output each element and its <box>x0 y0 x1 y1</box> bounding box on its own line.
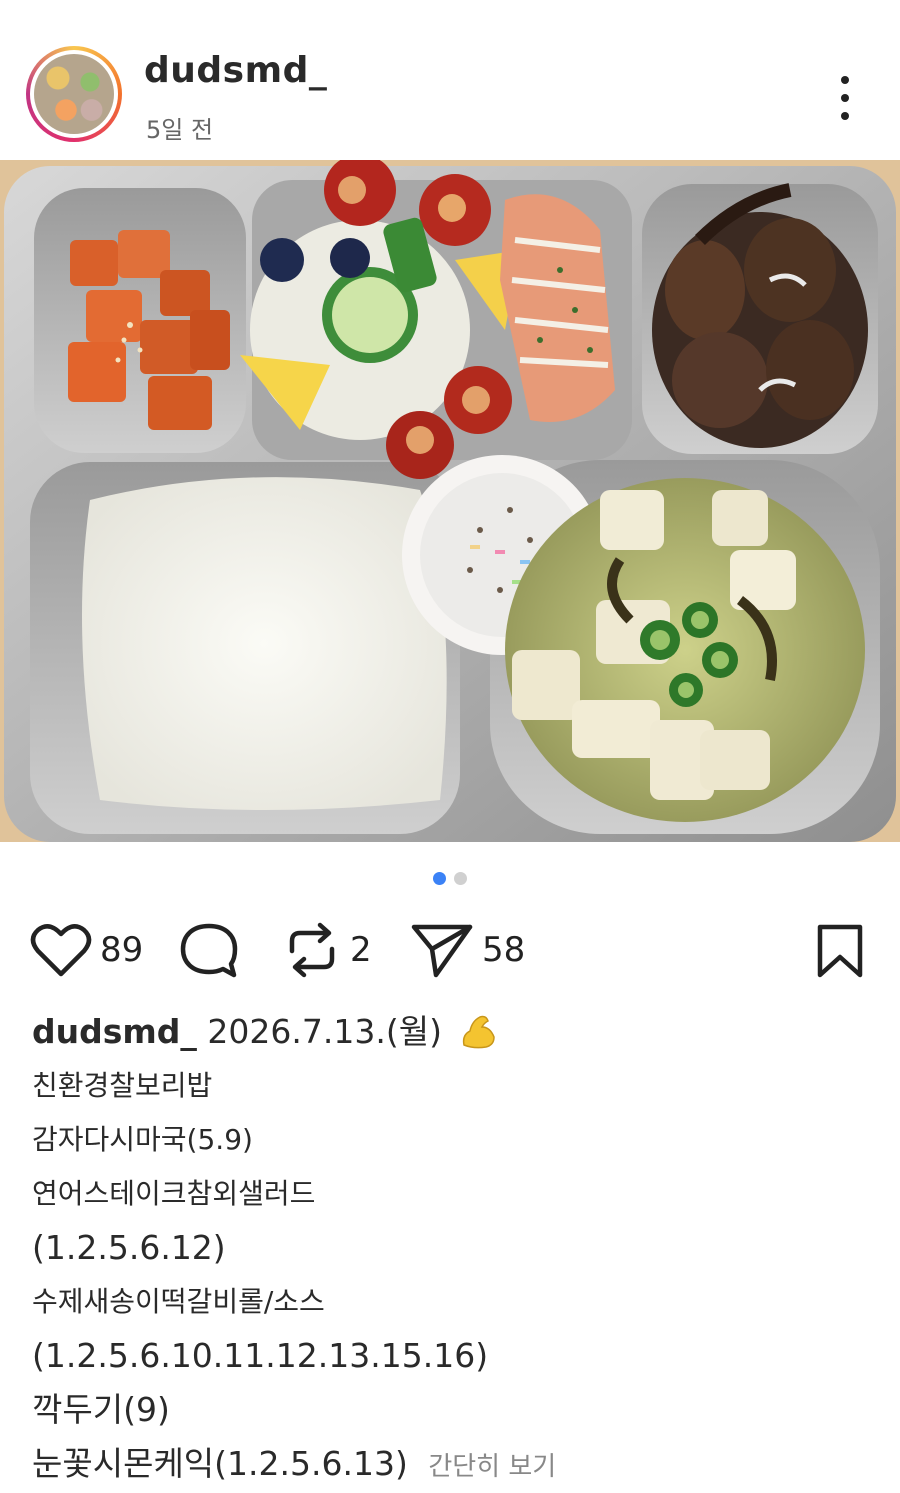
caption-header: dudsmd_ 2026.7.13.(월) <box>32 1005 882 1059</box>
like-count: 89 <box>100 930 144 970</box>
comment-button[interactable] <box>178 915 240 985</box>
author-username[interactable]: dudsmd_ <box>144 50 327 91</box>
carousel-indicator <box>0 872 900 885</box>
caption-line-4: (1.2.5.6.12) <box>32 1228 226 1267</box>
caption-line-5: 수제새송이떡갈비롤/소스 <box>32 1285 325 1318</box>
post-time: 5일 전 <box>146 116 214 144</box>
caption-line-7: 깍두기(9) <box>32 1390 170 1429</box>
caption-line-1: 친환경찰보리밥 <box>32 1069 213 1102</box>
post-image[interactable] <box>0 154 900 842</box>
caption-line-8: 눈꽃시몬케익(1.2.5.6.13) 간단히 보기 <box>32 1437 882 1493</box>
caption-line-3: 연어스테이크참외샐러드 <box>32 1177 316 1210</box>
caption-line-2: 감자다시마국(5.9) <box>32 1123 253 1156</box>
heart-icon <box>30 924 92 977</box>
comment-icon <box>180 923 238 978</box>
post-header: dudsmd_ 5일 전 <box>0 0 900 160</box>
bookmark-button[interactable] <box>812 923 868 983</box>
like-button[interactable]: 89 <box>30 915 143 985</box>
collapse-caption-link[interactable]: 간단히 보기 <box>428 1452 556 1482</box>
caption-line-6: (1.2.5.6.10.11.12.13.15.16) <box>32 1336 489 1375</box>
repost-button[interactable]: 2 <box>282 915 372 985</box>
flexed-biceps-icon <box>463 1015 496 1049</box>
share-count: 58 <box>482 930 526 970</box>
carousel-dot-1[interactable] <box>433 872 446 885</box>
repost-icon <box>289 922 335 978</box>
share-button[interactable]: 58 <box>410 915 525 985</box>
send-icon <box>411 924 473 978</box>
more-options-icon[interactable] <box>832 76 858 120</box>
post-caption: dudsmd_ 2026.7.13.(월) 친환경찰보리밥 감자다시마국(5.9… <box>32 1005 882 1493</box>
action-bar: 89 2 58 <box>0 915 900 985</box>
caption-username[interactable]: dudsmd_ <box>32 1012 197 1051</box>
caption-line-8-text: 눈꽃시몬케익(1.2.5.6.13) <box>32 1444 408 1483</box>
caption-date: 2026.7.13.(월) <box>207 1012 442 1051</box>
avatar[interactable] <box>26 46 122 142</box>
carousel-dot-2[interactable] <box>454 872 467 885</box>
bookmark-icon <box>817 924 863 978</box>
repost-count: 2 <box>350 930 372 970</box>
